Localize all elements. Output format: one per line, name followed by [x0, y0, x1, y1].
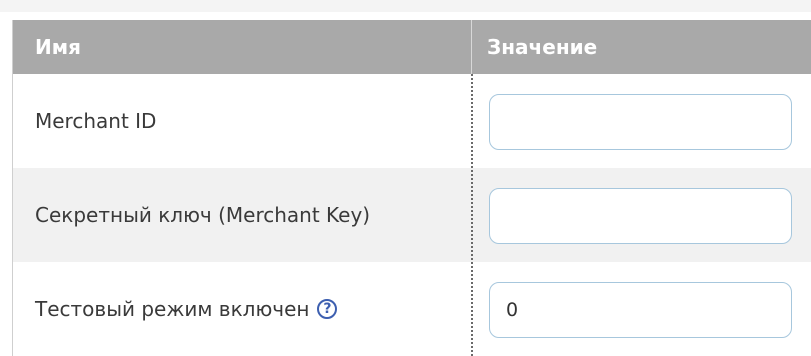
merchant-id-input[interactable]	[489, 94, 792, 150]
test-mode-input[interactable]	[489, 282, 792, 338]
row-label-text: Тестовый режим включен	[35, 297, 310, 321]
settings-table: Имя Значение Merchant ID Секретный ключ …	[12, 20, 811, 356]
table-row-merchant-id: Merchant ID	[13, 74, 811, 168]
column-header-name: Имя	[35, 35, 81, 59]
column-header-value: Значение	[487, 35, 598, 59]
help-icon[interactable]: ?	[317, 298, 338, 319]
merchant-key-input[interactable]	[489, 188, 792, 244]
table-row-test-mode: Тестовый режим включен?	[13, 262, 811, 356]
settings-panel: Имя Значение Merchant ID Секретный ключ …	[0, 0, 811, 356]
table-header: Имя Значение	[13, 20, 811, 74]
table-row-merchant-key: Секретный ключ (Merchant Key)	[13, 168, 811, 262]
column-divider	[471, 74, 473, 356]
row-label: Merchant ID	[35, 109, 157, 133]
row-label: Секретный ключ (Merchant Key)	[35, 203, 371, 227]
top-divider	[0, 0, 811, 12]
row-label: Тестовый режим включен?	[35, 262, 338, 356]
header-divider	[471, 20, 472, 74]
